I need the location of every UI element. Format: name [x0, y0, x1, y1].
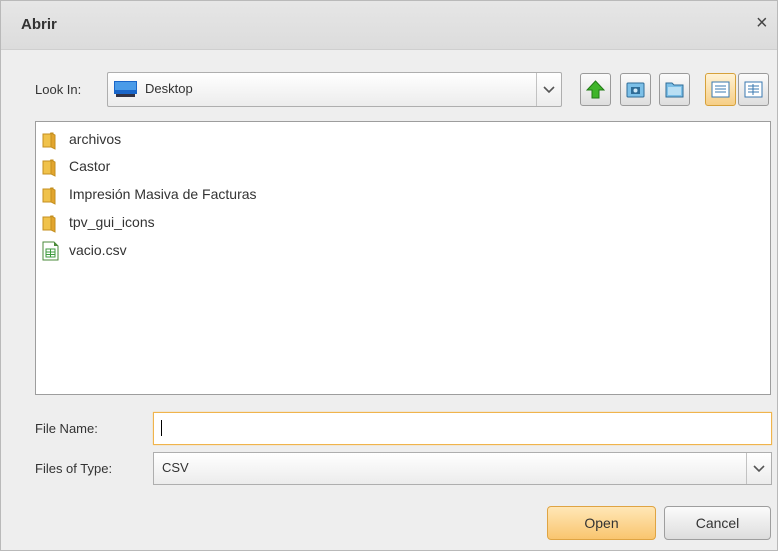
- folder-icon: [42, 159, 56, 177]
- file-list[interactable]: archivos Castor Impresión Masiva de Fact…: [35, 121, 771, 395]
- list-view-button[interactable]: [705, 73, 736, 106]
- new-folder-button[interactable]: [659, 73, 690, 106]
- text-caret: [161, 420, 162, 436]
- up-one-level-button[interactable]: [580, 73, 611, 106]
- home-button[interactable]: [620, 73, 651, 106]
- folder-icon: [42, 187, 56, 205]
- chevron-down-icon: [543, 85, 555, 93]
- details-view-button[interactable]: [738, 73, 769, 106]
- list-item-name: vacio.csv: [69, 242, 127, 258]
- folder-icon: [42, 132, 56, 150]
- dialog-title: Abrir: [21, 16, 57, 33]
- list-view-icon: [711, 81, 730, 98]
- files-of-type-dropdown[interactable]: CSV: [153, 452, 772, 485]
- files-of-type-label: Files of Type:: [35, 461, 113, 476]
- file-name-label: File Name:: [35, 421, 98, 436]
- list-item-name: archivos: [69, 131, 122, 147]
- close-button[interactable]: ×: [756, 12, 768, 35]
- look-in-label: Look In:: [35, 82, 82, 97]
- up-one-level-icon: [586, 80, 605, 99]
- files-of-type-value: CSV: [162, 460, 189, 475]
- list-item-name: Castor: [69, 158, 111, 174]
- list-item-name: Impresión Masiva de Facturas: [69, 186, 257, 202]
- look-in-value: Desktop: [145, 81, 193, 96]
- file-name-input[interactable]: [153, 412, 772, 445]
- chevron-down-icon: [753, 464, 765, 472]
- list-item-name: tpv_gui_icons: [69, 214, 155, 230]
- title-bar[interactable]: Abrir ×: [1, 1, 777, 50]
- cancel-button[interactable]: Cancel: [664, 506, 771, 540]
- folder-icon: [42, 215, 56, 233]
- files-of-type-dropdown-arrow[interactable]: [746, 453, 771, 484]
- details-view-icon: [744, 81, 763, 98]
- look-in-dropdown-arrow[interactable]: [536, 73, 561, 106]
- open-file-dialog: Abrir × Look In: Desktop archivos Castor…: [0, 0, 778, 551]
- home-icon: [626, 82, 645, 98]
- look-in-dropdown[interactable]: Desktop: [107, 72, 562, 107]
- desktop-icon: [114, 81, 137, 97]
- new-folder-icon: [665, 82, 684, 98]
- spreadsheet-file-icon: [42, 241, 59, 261]
- open-button[interactable]: Open: [547, 506, 656, 540]
